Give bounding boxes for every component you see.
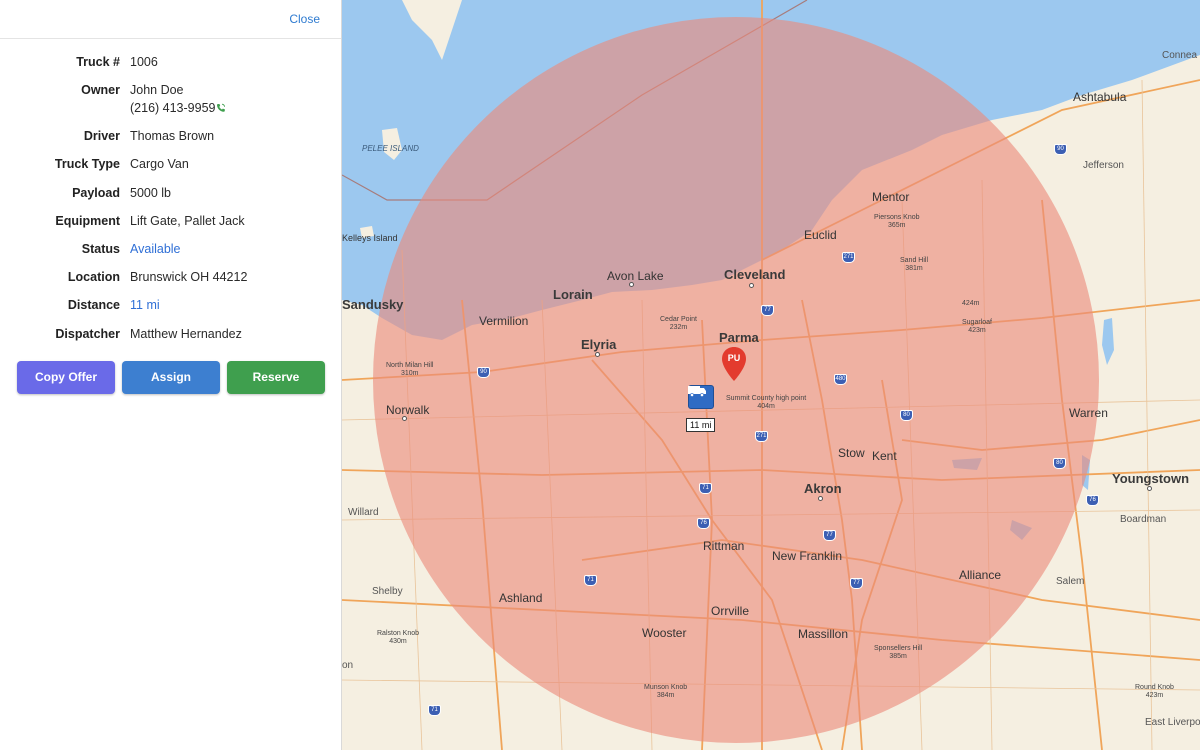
interstate-shield: 80 bbox=[1053, 458, 1066, 469]
interstate-shield: 71 bbox=[428, 705, 441, 716]
map-view[interactable]: Cleveland Lorain Elyria Parma Akron Youn… bbox=[342, 0, 1200, 750]
truck-type-row: Truck Type Cargo Van bbox=[0, 155, 341, 183]
copy-offer-button[interactable]: Copy Offer bbox=[17, 360, 115, 394]
interstate-shield: 71 bbox=[699, 483, 712, 494]
owner-name: John Doe bbox=[130, 83, 184, 98]
phone-icon[interactable] bbox=[216, 103, 226, 113]
truck-number-label: Truck # bbox=[76, 55, 120, 69]
owner-phone[interactable]: (216) 413-9959 bbox=[130, 99, 215, 117]
equipment-row: Equipment Lift Gate, Pallet Jack bbox=[0, 212, 341, 240]
location-label: Location bbox=[67, 270, 120, 285]
kelleys-island-shape bbox=[360, 226, 374, 238]
truck-icon bbox=[688, 386, 706, 397]
truck-marker-box bbox=[688, 385, 714, 409]
interstate-shield: 80 bbox=[900, 410, 913, 421]
interstate-shield: 77 bbox=[761, 305, 774, 316]
driver-row: Driver Thomas Brown bbox=[0, 127, 341, 155]
interstate-shield: 76 bbox=[697, 518, 710, 529]
pymatuning-lake bbox=[1102, 318, 1114, 365]
interstate-shield: 77 bbox=[823, 530, 836, 541]
interstate-shield: 71 bbox=[584, 575, 597, 586]
truck-number-value: 1006 bbox=[130, 55, 158, 69]
equipment-label: Equipment bbox=[55, 213, 120, 228]
interstate-shield: 76 bbox=[1086, 495, 1099, 506]
interstate-shield: 271 bbox=[755, 431, 768, 442]
dispatcher-row: Dispatcher Matthew Hernandez bbox=[0, 325, 341, 353]
interstate-shield: 480 bbox=[834, 374, 847, 385]
distance-value[interactable]: 11 mi bbox=[130, 296, 160, 314]
interstate-shield: 271 bbox=[842, 252, 855, 263]
pickup-marker[interactable]: PU bbox=[721, 346, 747, 382]
panel-header: Close bbox=[0, 0, 341, 39]
distance-label: Distance bbox=[67, 298, 120, 313]
map-pin-icon bbox=[722, 347, 746, 381]
elyria-dot bbox=[595, 352, 600, 357]
equipment-value: Lift Gate, Pallet Jack bbox=[130, 213, 245, 228]
owner-value: John Doe (216) 413-9959 bbox=[130, 81, 226, 117]
payload-row: Payload 5000 lb bbox=[0, 184, 341, 212]
payload-label: Payload bbox=[72, 185, 120, 200]
avon-lake-dot bbox=[629, 282, 634, 287]
payload-value: 5000 lb bbox=[130, 185, 172, 200]
interstate-shield: 90 bbox=[1054, 144, 1067, 155]
close-link[interactable]: Close bbox=[289, 12, 320, 26]
status-row: Status Available bbox=[0, 240, 341, 268]
youngstown-dot bbox=[1147, 486, 1152, 491]
interstate-shield: 90 bbox=[477, 367, 490, 378]
map-canvas[interactable] bbox=[342, 0, 1200, 750]
truck-type-label: Truck Type bbox=[54, 157, 120, 172]
norwalk-dot bbox=[402, 416, 407, 421]
cleveland-dot bbox=[749, 283, 754, 288]
action-buttons: Copy Offer Assign Reserve bbox=[0, 360, 341, 394]
location-row: Location Brunswick OH 44212 bbox=[0, 268, 341, 296]
owner-label: Owner bbox=[81, 83, 120, 98]
details-list: Truck # 1006 Owner John Doe (216) 413-99… bbox=[0, 39, 341, 353]
distance-row: Distance 11 mi bbox=[0, 296, 341, 324]
location-value: Brunswick OH 44212 bbox=[130, 270, 248, 285]
reserve-button[interactable]: Reserve bbox=[227, 360, 325, 394]
owner-row: Owner John Doe (216) 413-9959 bbox=[0, 81, 341, 127]
truck-details-panel: Close Truck # 1006 Owner John Doe (216) … bbox=[0, 0, 342, 750]
status-value[interactable]: Available bbox=[130, 240, 181, 258]
assign-button[interactable]: Assign bbox=[122, 360, 220, 394]
truck-number-row: Truck # 1006 bbox=[0, 53, 341, 81]
owner-phone-line[interactable]: (216) 413-9959 bbox=[130, 99, 226, 117]
interstate-shield: 77 bbox=[850, 578, 863, 589]
akron-dot bbox=[818, 496, 823, 501]
dispatcher-label: Dispatcher bbox=[55, 326, 120, 341]
status-label: Status bbox=[81, 241, 120, 256]
driver-label: Driver bbox=[83, 129, 120, 144]
driver-value: Thomas Brown bbox=[130, 129, 215, 144]
truck-distance-tag: 11 mi bbox=[686, 418, 716, 432]
pickup-marker-label: PU bbox=[727, 353, 741, 363]
truck-marker[interactable] bbox=[688, 385, 716, 415]
truck-type-value: Cargo Van bbox=[130, 157, 189, 172]
dispatcher-value: Matthew Hernandez bbox=[130, 326, 242, 341]
